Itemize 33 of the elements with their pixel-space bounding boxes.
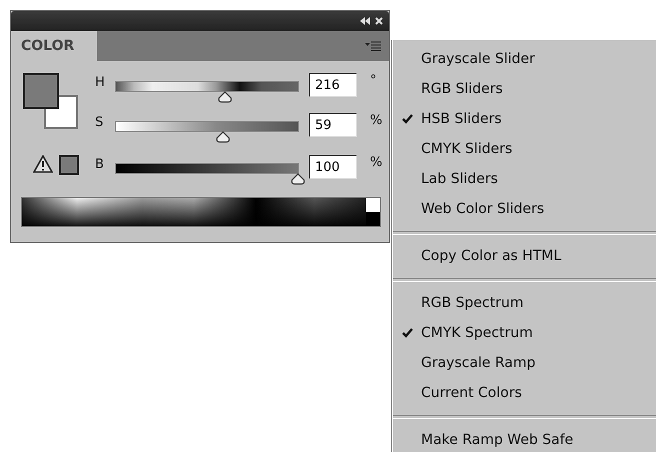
menu-icon[interactable] xyxy=(365,41,381,51)
checkmark-icon xyxy=(402,114,412,124)
value-field[interactable]: 59 xyxy=(309,113,357,137)
menu-item[interactable]: RGB Spectrum xyxy=(393,288,656,318)
menu-item[interactable]: CMYK Spectrum xyxy=(393,318,656,348)
unit-label: % xyxy=(369,113,384,128)
slider-thumb[interactable] xyxy=(290,173,306,185)
value-field[interactable]: 216 xyxy=(309,73,357,97)
menu-item[interactable]: Grayscale Slider xyxy=(393,44,656,74)
menu-item[interactable]: Make Ramp Web Safe xyxy=(393,425,656,452)
color-spectrum[interactable] xyxy=(21,197,381,227)
warning-icon[interactable] xyxy=(33,155,53,173)
collapse-icon[interactable] xyxy=(360,17,370,25)
value-field[interactable]: 100 xyxy=(309,155,357,179)
slider-label: B xyxy=(95,156,105,172)
slider-thumb[interactable] xyxy=(215,131,232,143)
close-icon[interactable] xyxy=(375,17,383,25)
menu-item[interactable]: HSB Sliders xyxy=(393,104,656,134)
menu-item[interactable]: Copy Color as HTML xyxy=(393,241,656,271)
menu-item[interactable]: RGB Sliders xyxy=(393,74,656,104)
menu-item[interactable]: Lab Sliders xyxy=(393,164,656,194)
checkmark-icon xyxy=(402,328,412,338)
menu-item[interactable]: CMYK Sliders xyxy=(393,134,656,164)
panel-tab[interactable]: COLOR xyxy=(11,31,97,61)
menu-item[interactable]: Current Colors xyxy=(393,378,656,408)
slider-label: H xyxy=(95,74,106,90)
unit-label: % xyxy=(369,155,384,170)
menu-item[interactable]: Web Color Sliders xyxy=(393,194,656,224)
color-swatch-icon[interactable] xyxy=(59,155,79,175)
slider-label: S xyxy=(95,114,104,130)
slider-thumb[interactable] xyxy=(217,91,234,103)
unit-label: ° xyxy=(369,73,378,88)
menu-item[interactable]: Grayscale Ramp xyxy=(393,348,656,378)
